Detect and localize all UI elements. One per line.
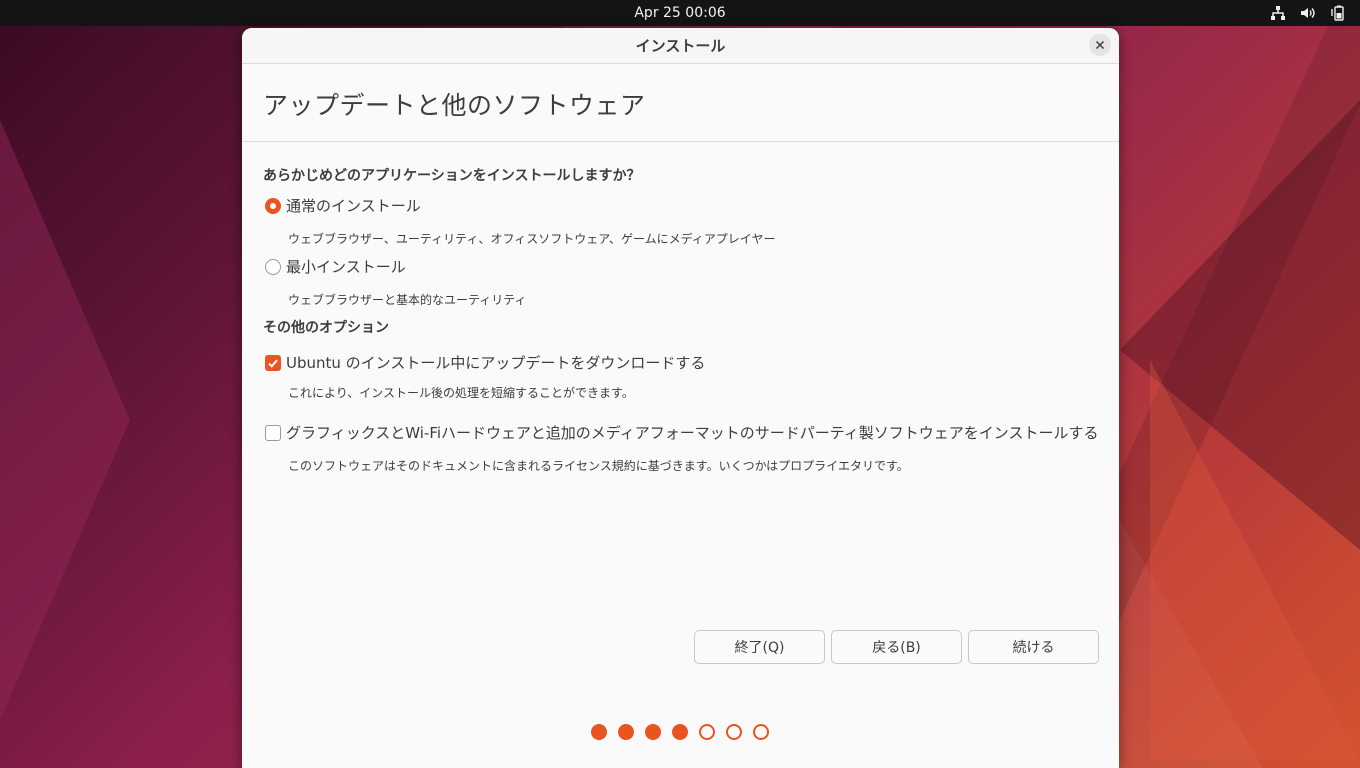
normal-install-label[interactable]: 通常のインストール: [286, 195, 421, 216]
close-button[interactable]: [1089, 34, 1111, 56]
minimal-install-label[interactable]: 最小インストール: [286, 256, 406, 277]
page-title: アップデートと他のソフトウェア: [263, 91, 646, 120]
battery-icon[interactable]: [1330, 5, 1346, 21]
window-titlebar[interactable]: インストール: [242, 28, 1119, 64]
progress-dot-pending: [699, 724, 715, 740]
download-updates-checkbox[interactable]: Ubuntu のインストール中にアップデートをダウンロードする: [265, 352, 705, 373]
page-header: アップデートと他のソフトウェア: [242, 64, 1119, 142]
minimal-install-description: ウェブブラウザーと基本的なユーティリティ: [288, 293, 527, 307]
checkbox-unchecked-icon[interactable]: [265, 424, 281, 441]
third-party-software-description: このソフトウェアはそのドキュメントに含まれるライセンス規約に基づきます。いくつか…: [288, 459, 909, 473]
volume-icon[interactable]: [1300, 5, 1316, 21]
progress-dot-completed: [618, 724, 634, 740]
radio-selected-icon[interactable]: [265, 197, 281, 214]
download-updates-label[interactable]: Ubuntu のインストール中にアップデートをダウンロードする: [286, 352, 705, 373]
continue-button[interactable]: 続ける: [968, 630, 1099, 664]
other-options-title: その他のオプション: [263, 320, 389, 336]
back-button[interactable]: 戻る(B): [831, 630, 962, 664]
progress-dot-completed: [591, 724, 607, 740]
progress-dot-pending: [726, 724, 742, 740]
normal-install-description: ウェブブラウザー、ユーティリティ、オフィスソフトウェア、ゲームにメディアプレイヤ…: [288, 232, 776, 246]
installer-window: インストール アップデートと他のソフトウェア あらかじめどのアプリケーションをイ…: [242, 28, 1119, 768]
third-party-software-label[interactable]: グラフィックスとWi-Fiハードウェアと追加のメディアフォーマットのサードパーテ…: [286, 422, 1099, 443]
progress-dot-pending: [753, 724, 769, 740]
window-title: インストール: [635, 37, 726, 55]
third-party-software-checkbox[interactable]: グラフィックスとWi-Fiハードウェアと追加のメディアフォーマットのサードパーテ…: [265, 422, 1099, 443]
progress-dot-completed: [645, 724, 661, 740]
checkbox-checked-icon[interactable]: [265, 354, 281, 371]
radio-unselected-icon[interactable]: [265, 258, 281, 275]
system-tray[interactable]: [1270, 0, 1346, 26]
progress-dot-completed: [672, 724, 688, 740]
clock[interactable]: Apr 25 00:06: [0, 0, 1360, 26]
wallpaper-shard: [0, 120, 130, 720]
minimal-install-radio[interactable]: 最小インストール: [265, 256, 406, 277]
step-progress-indicator: [591, 724, 769, 740]
download-updates-description: これにより、インストール後の処理を短縮することができます。: [288, 386, 634, 400]
close-icon: [1095, 40, 1105, 50]
top-bar: Apr 25 00:06: [0, 0, 1360, 26]
quit-button[interactable]: 終了(Q): [694, 630, 825, 664]
network-icon[interactable]: [1270, 5, 1286, 21]
wallpaper-shard: [1150, 360, 1360, 760]
install-question: あらかじめどのアプリケーションをインストールしますか？: [263, 168, 641, 184]
normal-install-radio[interactable]: 通常のインストール: [265, 195, 421, 216]
button-row: 終了(Q) 戻る(B) 続ける: [694, 630, 1099, 664]
